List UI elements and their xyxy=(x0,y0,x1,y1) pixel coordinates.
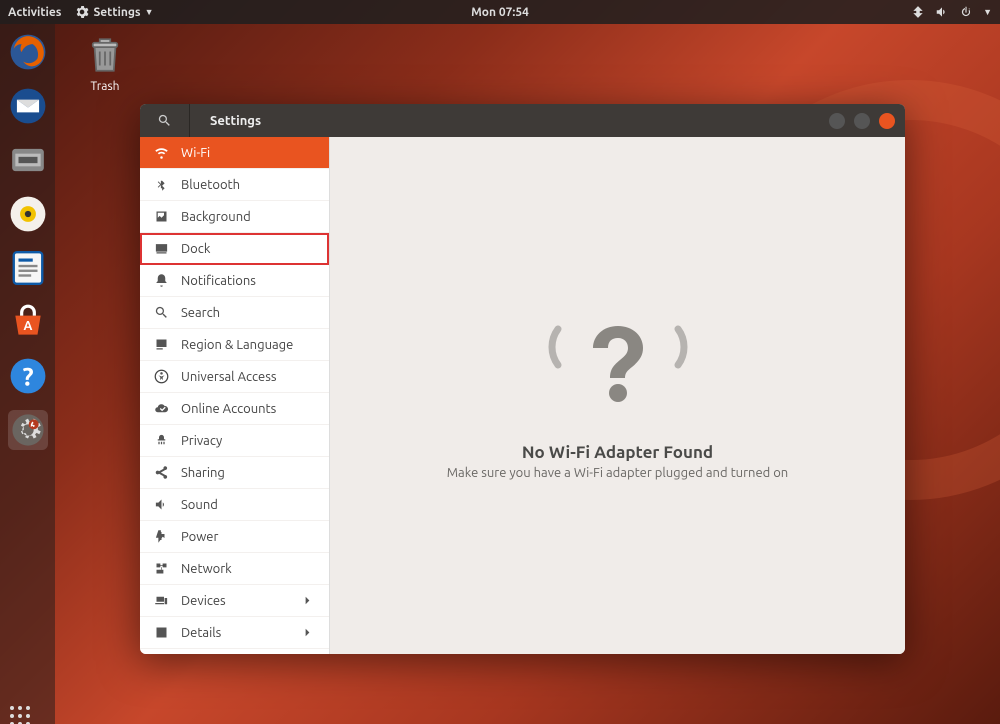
sidebar-item-label: Privacy xyxy=(181,434,222,448)
sidebar-item-label: Power xyxy=(181,530,218,544)
dock-app-rhythmbox[interactable] xyxy=(8,194,48,234)
sidebar-item-notifications[interactable]: Notifications xyxy=(140,265,329,297)
sidebar-item-accessibility[interactable]: Universal Access xyxy=(140,361,329,393)
power-icon xyxy=(154,529,169,544)
search-icon xyxy=(157,113,172,128)
content-heading: No Wi-Fi Adapter Found xyxy=(522,443,713,462)
dock-app-help[interactable]: ? xyxy=(8,356,48,396)
content-subtitle: Make sure you have a Wi-Fi adapter plugg… xyxy=(447,466,788,480)
dock-app-ubuntu-software[interactable]: A xyxy=(8,302,48,342)
sidebar-item-label: Details xyxy=(181,626,221,640)
sidebar-item-label: Dock xyxy=(181,242,210,256)
sidebar-item-network[interactable]: Network xyxy=(140,553,329,585)
dock-app-thunderbird[interactable] xyxy=(8,86,48,126)
sidebar-item-bluetooth[interactable]: Bluetooth xyxy=(140,169,329,201)
settings-sidebar: Wi-Fi Bluetooth Background Dock Notification… xyxy=(140,137,330,654)
app-menu[interactable]: Settings ▼ xyxy=(75,5,153,19)
sidebar-item-label: Bluetooth xyxy=(181,178,240,192)
chevron-right-icon xyxy=(300,625,315,640)
clock[interactable]: Mon 07:54 xyxy=(471,6,529,19)
no-adapter-icon xyxy=(568,311,668,415)
dock-app-firefox[interactable] xyxy=(8,32,48,72)
window-close-button[interactable] xyxy=(879,113,895,129)
svg-text:?: ? xyxy=(22,362,33,391)
sidebar-item-label: Search xyxy=(181,306,220,320)
system-menu-chevron-icon[interactable]: ▼ xyxy=(983,7,992,17)
sidebar-item-online-accounts[interactable]: Online Accounts xyxy=(140,393,329,425)
sidebar-item-label: Devices xyxy=(181,594,226,608)
search-icon xyxy=(154,305,169,320)
settings-content-pane: No Wi-Fi Adapter Found Make sure you hav… xyxy=(330,137,905,654)
desktop-trash[interactable]: Trash xyxy=(84,34,126,93)
dock-icon xyxy=(154,241,169,256)
window-titlebar[interactable]: Settings xyxy=(140,104,905,137)
sidebar-item-sharing[interactable]: Sharing xyxy=(140,457,329,489)
power-indicator-icon[interactable] xyxy=(959,5,973,19)
sidebar-item-label: Universal Access xyxy=(181,370,276,384)
sidebar-item-devices[interactable]: Devices xyxy=(140,585,329,617)
accessibility-icon xyxy=(154,369,169,384)
window-minimize-button[interactable] xyxy=(829,113,845,129)
details-icon xyxy=(154,625,169,640)
share-icon xyxy=(154,465,169,480)
trash-icon xyxy=(84,34,126,76)
wifi-icon xyxy=(154,145,169,160)
devices-icon xyxy=(154,593,169,608)
sidebar-item-privacy[interactable]: Privacy xyxy=(140,425,329,457)
gear-icon xyxy=(75,5,89,19)
settings-search-button[interactable] xyxy=(140,104,190,137)
sidebar-item-sound[interactable]: Sound xyxy=(140,489,329,521)
dock-app-libreoffice-writer[interactable] xyxy=(8,248,48,288)
show-applications-button[interactable] xyxy=(18,714,22,718)
window-title: Settings xyxy=(190,114,829,128)
network-indicator-icon[interactable] xyxy=(911,5,925,19)
sidebar-item-label: Sound xyxy=(181,498,218,512)
cloud-icon xyxy=(154,401,169,416)
sidebar-item-details[interactable]: Details xyxy=(140,617,329,649)
chevron-right-icon xyxy=(300,593,315,608)
dock-app-files[interactable] xyxy=(8,140,48,180)
sidebar-item-label: Online Accounts xyxy=(181,402,276,416)
dock-app-settings[interactable] xyxy=(8,410,48,450)
sidebar-item-dock[interactable]: Dock xyxy=(140,233,329,265)
sidebar-item-power[interactable]: Power xyxy=(140,521,329,553)
sound-icon xyxy=(154,497,169,512)
region-icon xyxy=(154,337,169,352)
sidebar-item-label: Sharing xyxy=(181,466,225,480)
top-panel: Activities Settings ▼ Mon 07:54 ▼ xyxy=(0,0,1000,24)
sidebar-item-wifi[interactable]: Wi-Fi xyxy=(140,137,329,169)
sidebar-item-label: Wi-Fi xyxy=(181,146,210,160)
sidebar-item-background[interactable]: Background xyxy=(140,201,329,233)
sidebar-item-label: Background xyxy=(181,210,251,224)
background-icon xyxy=(154,209,169,224)
sidebar-item-search[interactable]: Search xyxy=(140,297,329,329)
svg-text:A: A xyxy=(23,319,32,333)
network-icon xyxy=(154,561,169,576)
sidebar-item-label: Network xyxy=(181,562,232,576)
sidebar-item-region[interactable]: Region & Language xyxy=(140,329,329,361)
activities-button[interactable]: Activities xyxy=(8,6,61,19)
bell-icon xyxy=(154,273,169,288)
trash-label: Trash xyxy=(90,80,119,93)
bluetooth-icon xyxy=(154,177,169,192)
settings-window: Settings Wi-Fi Bluetooth Background Dock Not… xyxy=(140,104,905,654)
launcher-dock: A ? xyxy=(0,24,55,724)
privacy-icon xyxy=(154,433,169,448)
sidebar-item-label: Notifications xyxy=(181,274,256,288)
volume-indicator-icon[interactable] xyxy=(935,5,949,19)
sidebar-item-label: Region & Language xyxy=(181,338,293,352)
window-maximize-button[interactable] xyxy=(854,113,870,129)
